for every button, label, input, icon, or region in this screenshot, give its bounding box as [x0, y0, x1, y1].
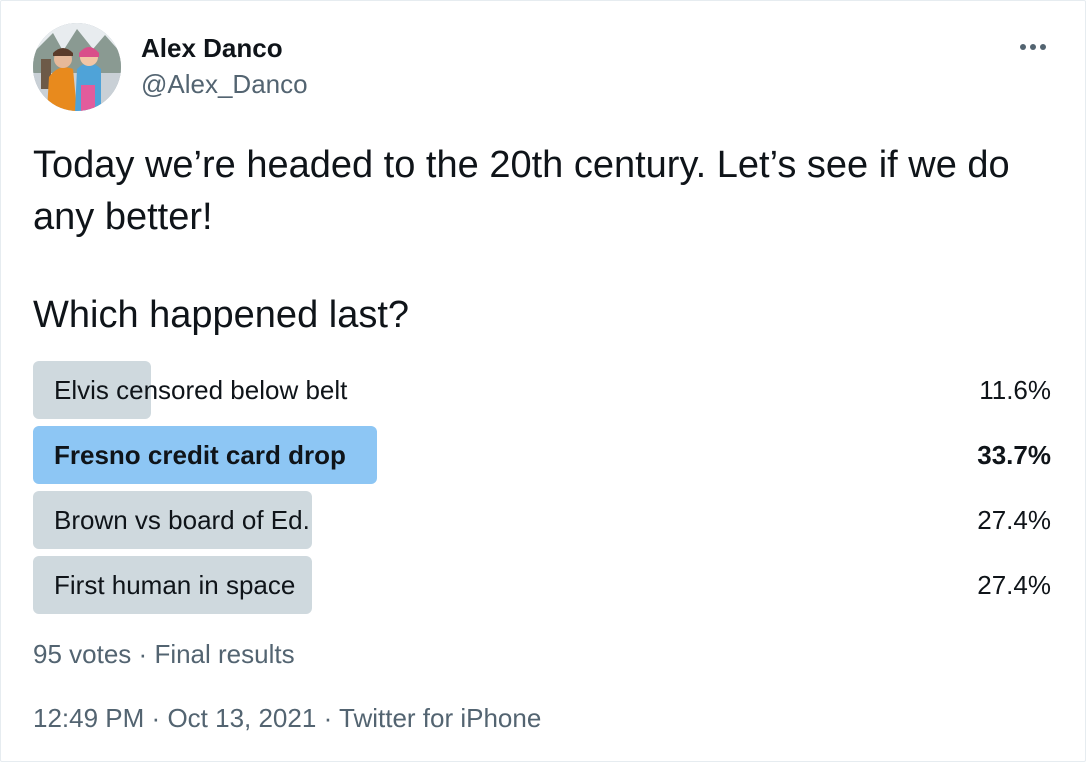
poll-option-label: Brown vs board of Ed. [54, 505, 310, 535]
tweet-body: Today we’re headed to the 20th century. … [33, 144, 1010, 238]
poll: Elvis censored below belt 11.6% Fresno c… [33, 361, 1051, 621]
poll-option: Brown vs board of Ed. 27.4% [33, 491, 1051, 549]
author-display-name[interactable]: Alex Danco [141, 33, 283, 63]
separator-dot: · [138, 639, 148, 669]
poll-option-label: Elvis censored below belt [54, 375, 348, 405]
poll-option: First human in space 27.4% [33, 556, 1051, 614]
poll-option-percent: 27.4% [977, 505, 1051, 535]
poll-option-label: First human in space [54, 570, 296, 600]
avatar[interactable] [33, 23, 121, 111]
author-handle[interactable]: @Alex_Danco [141, 69, 308, 99]
separator-dot: · [323, 703, 333, 733]
poll-option: Elvis censored below belt 11.6% [33, 361, 1051, 419]
poll-option: Fresno credit card drop 33.7% [33, 426, 1051, 484]
more-horizontal-icon [1020, 44, 1046, 50]
poll-option-percent: 33.7% [977, 440, 1051, 470]
more-options-button[interactable] [1013, 31, 1053, 63]
poll-status: Final results [154, 639, 295, 669]
tweet-card: Alex Danco @Alex_Danco Today we’re heade… [0, 0, 1086, 762]
tweet-text: Today we’re headed to the 20th century. … [33, 139, 1043, 341]
poll-vote-count: 95 votes [33, 639, 132, 669]
poll-option-label: Fresno credit card drop [54, 440, 346, 470]
tweet-timestamp: 12:49 PM · Oct 13, 2021 · Twitter for iP… [33, 701, 541, 735]
poll-question: Which happened last? [33, 294, 410, 336]
tweet-date[interactable]: Oct 13, 2021 [167, 703, 316, 733]
poll-option-percent: 11.6% [979, 375, 1051, 405]
separator-dot: · [151, 703, 161, 733]
poll-summary: 95 votes · Final results [33, 637, 295, 671]
tweet-time[interactable]: 12:49 PM [33, 703, 144, 733]
tweet-source[interactable]: Twitter for iPhone [339, 703, 541, 733]
poll-option-percent: 27.4% [977, 570, 1051, 600]
